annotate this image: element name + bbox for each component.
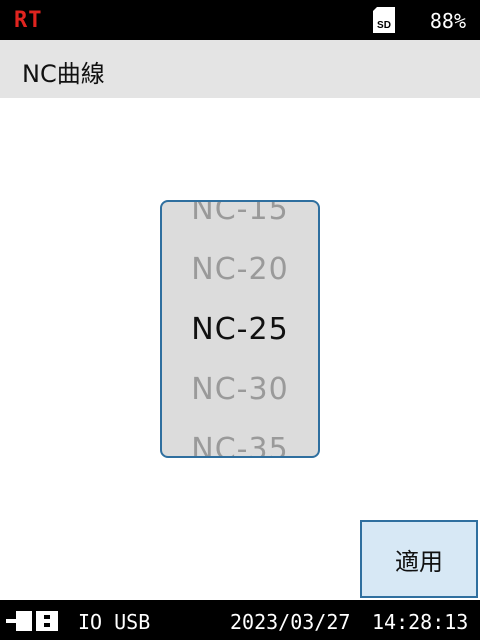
mode-indicator: RT: [14, 8, 43, 33]
date-display: 2023/03/27: [230, 610, 351, 634]
picker-item-nc-35[interactable]: NC-35: [162, 432, 318, 456]
picker-item-nc-25-selected[interactable]: NC-25: [162, 312, 318, 348]
picker-item-nc-30[interactable]: NC-30: [162, 372, 318, 408]
sd-card-icon: SD: [372, 6, 396, 34]
picker-item-nc-20[interactable]: NC-20: [162, 252, 318, 288]
apply-button[interactable]: 適用: [360, 520, 478, 598]
top-status-bar: RT SD 88%: [0, 0, 480, 40]
connection-status: IO USB: [78, 610, 151, 634]
battery-level: 88%: [429, 9, 466, 33]
picker-item-nc-15[interactable]: NC-15: [162, 202, 318, 228]
time-display: 14:28:13: [372, 610, 469, 634]
page-header: NC曲線: [0, 40, 480, 98]
page-title: NC曲線: [22, 60, 105, 88]
connection-icon: [6, 610, 60, 632]
sd-card-label: SD: [377, 20, 391, 31]
apply-button-label: 適用: [395, 547, 443, 576]
nc-curve-picker[interactable]: NC-15 NC-20 NC-25 NC-30 NC-35: [160, 200, 320, 458]
bottom-status-bar: IO USB 2023/03/27 14:28:13: [0, 600, 480, 640]
